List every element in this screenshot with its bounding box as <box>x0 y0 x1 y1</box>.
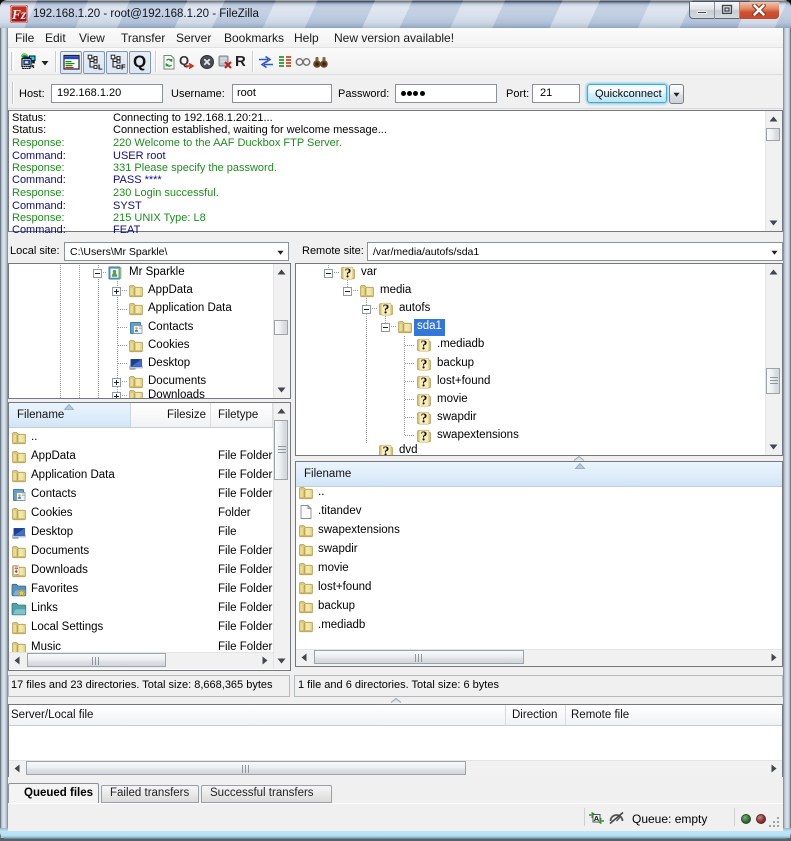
svg-text:L: L <box>98 63 103 72</box>
svg-text:A: A <box>594 814 600 823</box>
svg-text:F: F <box>121 63 126 72</box>
